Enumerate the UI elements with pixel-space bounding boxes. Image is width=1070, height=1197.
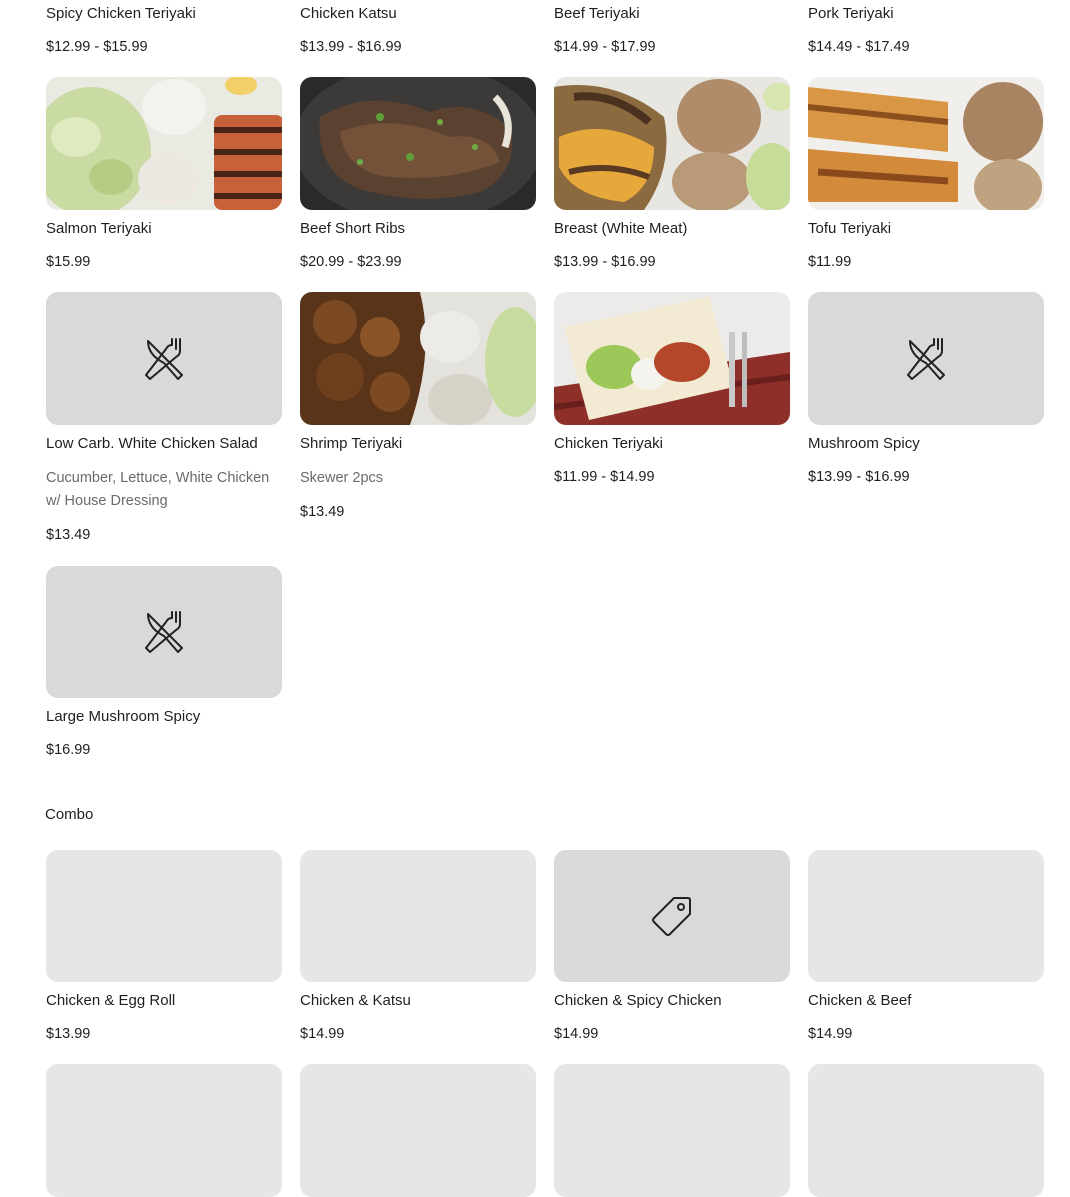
- item-name: Mushroom Spicy: [808, 435, 920, 452]
- item-price: $12.99 - $15.99: [46, 39, 148, 55]
- item-name: Chicken & Egg Roll: [46, 992, 176, 1009]
- item-price: $13.99 - $16.99: [554, 254, 656, 270]
- image-placeholder: [808, 850, 1044, 982]
- item-price: $20.99 - $23.99: [300, 254, 402, 270]
- item-name: Shrimp Teriyaki: [300, 435, 403, 452]
- image-placeholder[interactable]: [46, 1064, 282, 1197]
- item-price: $13.99 - $16.99: [300, 39, 402, 55]
- item-price: $14.99: [300, 1026, 345, 1042]
- image-placeholder[interactable]: [554, 1064, 790, 1197]
- item-price: $11.99: [808, 254, 852, 270]
- utensils-icon: [145, 611, 183, 653]
- item-name: Chicken Teriyaki: [554, 435, 663, 452]
- chicken-teriyaki-photo: [554, 292, 790, 425]
- item-name: Beef Teriyaki: [554, 5, 640, 22]
- item-name: Tofu Teriyaki: [808, 220, 892, 237]
- item-price: $13.99: [46, 1026, 91, 1042]
- image-placeholder: [808, 292, 1044, 425]
- beef-short-ribs-photo: [300, 77, 536, 210]
- item-name: Chicken & Beef: [808, 992, 912, 1009]
- item-price: $14.49 - $17.49: [808, 39, 910, 55]
- item-price: $11.99 - $14.99: [554, 469, 655, 485]
- image-placeholder: [46, 850, 282, 982]
- utensils-icon: [145, 337, 183, 380]
- tofu-teriyaki-photo: [808, 77, 1044, 210]
- utensils-icon: [907, 337, 945, 380]
- item-name: Chicken & Spicy Chicken: [554, 992, 722, 1009]
- item-name: Pork Teriyaki: [808, 5, 894, 22]
- item-price: $13.49: [46, 527, 91, 543]
- item-name: Chicken Katsu: [300, 5, 397, 22]
- item-name: Beef Short Ribs: [300, 220, 406, 237]
- breast-white-meat-photo: [554, 77, 790, 210]
- item-price: $13.99 - $16.99: [808, 469, 910, 485]
- image-placeholder: [46, 292, 282, 425]
- image-placeholder: [46, 566, 282, 698]
- item-description: Skewer 2pcs: [300, 470, 384, 486]
- item-price: $14.99 - $17.99: [554, 39, 656, 55]
- item-price: $16.99: [46, 742, 91, 758]
- item-name: Chicken & Katsu: [300, 992, 411, 1009]
- item-name: Spicy Chicken Teriyaki: [46, 5, 196, 22]
- item-price: $15.99: [46, 254, 91, 270]
- image-placeholder[interactable]: [300, 1064, 536, 1197]
- item-name: Salmon Teriyaki: [46, 220, 152, 237]
- item-name: Breast (White Meat): [554, 220, 688, 237]
- item-price: $13.49: [300, 504, 345, 520]
- item-name: Low Carb. White Chicken Salad: [46, 435, 258, 452]
- image-placeholder: [554, 850, 790, 982]
- salmon-teriyaki-photo: [46, 77, 282, 210]
- shrimp-teriyaki-photo: [300, 292, 536, 425]
- item-description: Cucumber, Lettuce, White Chicken w/ Hous…: [46, 470, 270, 509]
- item-price: $14.99: [808, 1026, 853, 1042]
- item-price: $14.99: [554, 1026, 599, 1042]
- image-placeholder[interactable]: [808, 1064, 1044, 1197]
- item-name: Large Mushroom Spicy: [46, 708, 201, 725]
- section-title-combo: Combo: [45, 806, 94, 823]
- image-placeholder: [300, 850, 536, 982]
- tag-icon: [652, 897, 691, 936]
